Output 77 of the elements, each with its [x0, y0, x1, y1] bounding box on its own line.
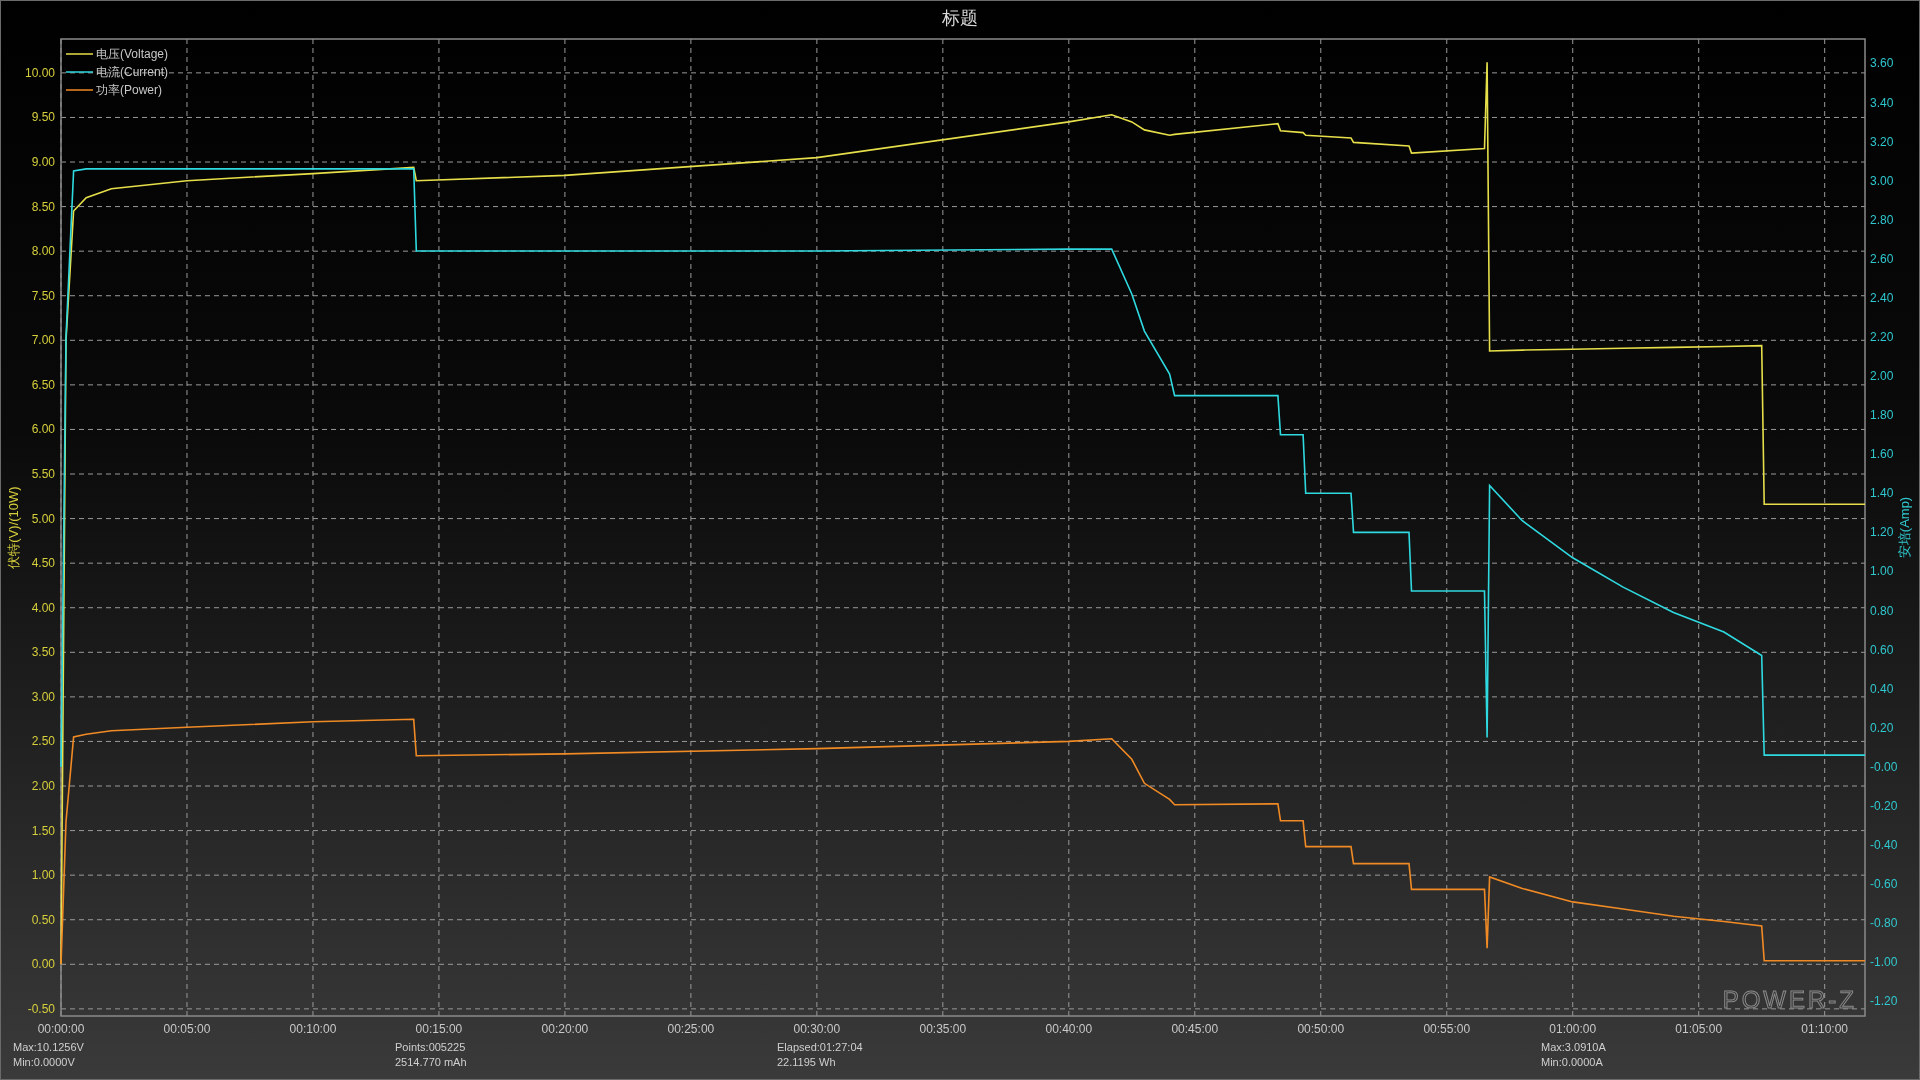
- stat-text: 2514.770 mAh: [395, 1055, 468, 1070]
- axis-tick-label: 2.20: [1870, 330, 1894, 344]
- axis-tick-label: -0.50: [27, 1001, 55, 1016]
- axis-tick-label: -0.00: [1870, 759, 1898, 774]
- legend-label: 电压(Voltage): [96, 47, 169, 61]
- axis-tick-label: 0.80: [1870, 603, 1894, 618]
- axis-tick-label: 1.50: [31, 823, 55, 838]
- axis-tick-label: 0.20: [1870, 720, 1894, 735]
- axis-tick-label: 00:40:00: [1045, 1022, 1093, 1036]
- stat-text: Min:0.0000A: [1541, 1055, 1604, 1070]
- axis-tick-label: 1.60: [1870, 447, 1894, 462]
- axis-tick-label: 8.50: [31, 199, 55, 214]
- axis-tick-label: 3.00: [1870, 173, 1894, 188]
- axis-tick-label: 1.20: [1870, 525, 1894, 540]
- legend-label: 电流(Current): [96, 65, 168, 79]
- axis-tick-label: 7.50: [31, 288, 55, 303]
- axis-tick-label: 6.00: [31, 422, 55, 437]
- axis-tick-label: 3.20: [1870, 134, 1894, 149]
- axis-tick-label: 3.40: [1870, 95, 1894, 110]
- axis-tick-label: 1.40: [1870, 486, 1894, 501]
- axis-tick-label: 00:55:00: [1423, 1022, 1471, 1036]
- axis-tick-label: -0.80: [1870, 916, 1898, 931]
- axis-tick-label: 1.00: [31, 868, 55, 883]
- axis-tick-label: -1.20: [1870, 994, 1898, 1009]
- axis-tick-label: 2.00: [1870, 369, 1894, 384]
- axis-tick-label: 2.00: [31, 779, 55, 793]
- stat-text: Points:005225: [395, 1040, 467, 1055]
- axis-tick-label: 10.00: [24, 65, 55, 80]
- axis-tick-label: 9.50: [31, 110, 55, 125]
- axis-tick-label: 0.40: [1870, 681, 1894, 696]
- stat-text: 22.1195 Wh: [777, 1055, 837, 1070]
- axis-tick-label: 5.00: [31, 511, 55, 526]
- axis-tick-label: 00:20:00: [541, 1022, 589, 1036]
- axis-tick-label: 1.00: [1870, 564, 1894, 579]
- axis-tick-label: 3.00: [31, 689, 55, 704]
- axis-tick-label: 01:10:00: [1801, 1022, 1849, 1036]
- stat-text: Min:0.0000V: [13, 1055, 76, 1070]
- chart-title: 标题: [942, 6, 978, 30]
- axis-tick-label: -1.00: [1870, 955, 1898, 970]
- axis-tick-label: 00:15:00: [415, 1022, 463, 1036]
- axis-tick-label: 3.60: [1870, 56, 1894, 71]
- axis-tick-label: 4.50: [31, 556, 55, 571]
- axis-tick-label: 2.40: [1870, 290, 1894, 305]
- axis-tick-label: 00:35:00: [919, 1022, 967, 1036]
- axis-tick-label: 00:00:00: [37, 1022, 85, 1036]
- stat-text: Max:10.1256V: [13, 1040, 85, 1055]
- axis-tick-label: 01:00:00: [1549, 1022, 1597, 1036]
- axis-tick-label: 5.50: [31, 467, 55, 481]
- axis-tick-label: -0.20: [1870, 798, 1898, 813]
- axis-title: 伏特(V)/(10W): [6, 486, 21, 569]
- axis-tick-label: 00:45:00: [1171, 1022, 1219, 1036]
- axis-tick-label: 00:50:00: [1297, 1022, 1345, 1036]
- brand-logo: POWER-Z: [1722, 986, 1857, 1013]
- axis-tick-label: 00:05:00: [163, 1022, 211, 1036]
- axis-tick-label: 1.80: [1870, 408, 1894, 423]
- axis-tick-label: 2.60: [1870, 251, 1894, 266]
- axis-tick-label: -0.60: [1870, 877, 1898, 892]
- axis-tick-label: 0.50: [31, 912, 55, 927]
- axis-tick-label: 9.00: [31, 155, 55, 169]
- axis-title: 安培(Amp): [1897, 496, 1912, 559]
- axis-tick-label: -0.40: [1870, 838, 1898, 853]
- axis-tick-label: 2.50: [31, 734, 55, 749]
- axis-tick-label: 00:30:00: [793, 1022, 841, 1036]
- axis-tick-label: 2.80: [1870, 212, 1894, 227]
- axis-tick-label: 7.00: [31, 333, 55, 348]
- axis-tick-label: 6.50: [31, 377, 55, 392]
- axis-tick-label: 4.00: [31, 600, 55, 615]
- axis-tick-label: 00:25:00: [667, 1022, 715, 1036]
- stat-text: Max:3.0910A: [1541, 1040, 1607, 1055]
- stat-text: Elapsed:01:27:04: [777, 1040, 864, 1055]
- axis-tick-label: 0.60: [1870, 642, 1894, 657]
- axis-tick-label: 00:10:00: [289, 1022, 337, 1036]
- axis-tick-label: 01:05:00: [1675, 1022, 1723, 1036]
- axis-tick-label: 8.00: [31, 244, 55, 259]
- axis-tick-label: 0.00: [31, 957, 55, 972]
- legend-label: 功率(Power): [96, 83, 162, 97]
- axis-tick-label: 3.50: [31, 645, 55, 660]
